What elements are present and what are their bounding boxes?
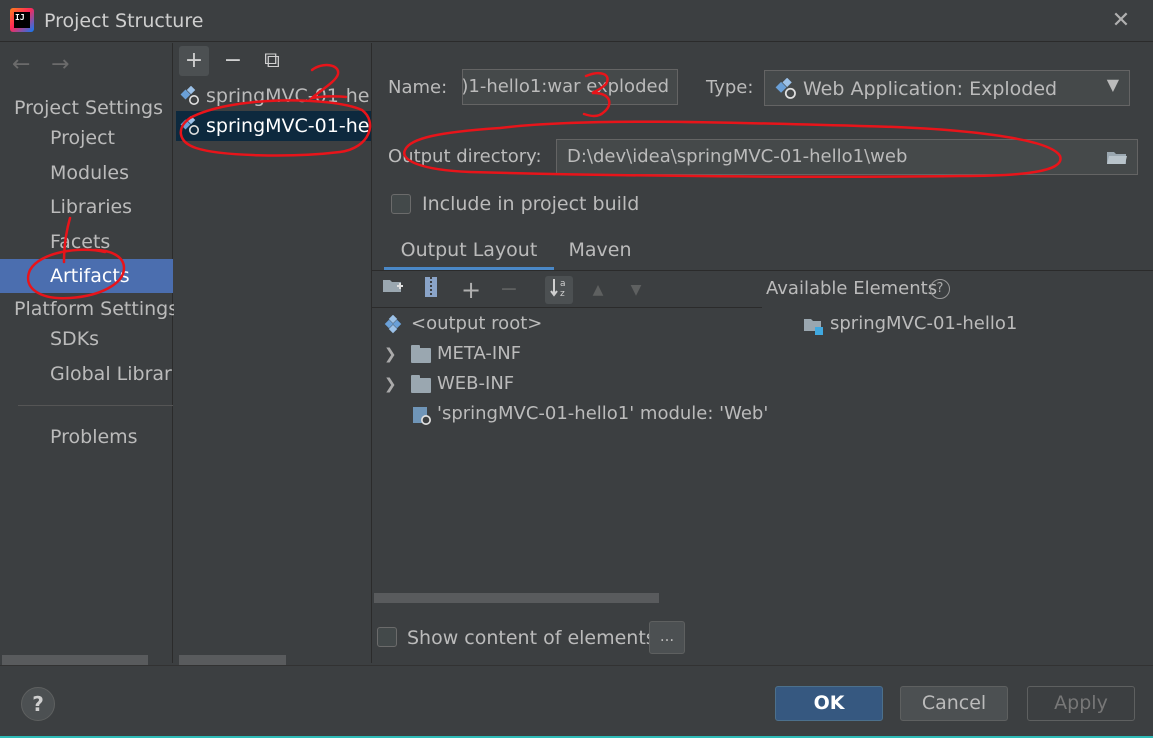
tree-item-label: 'springMVC-01-hello1' module: 'Web' — [437, 403, 769, 424]
ok-button[interactable]: OK — [775, 686, 883, 721]
more-options-button[interactable]: ... — [649, 621, 685, 654]
show-content-checkbox[interactable] — [377, 627, 397, 647]
tabs-divider — [372, 270, 1153, 271]
move-up-button[interactable]: ▲ — [584, 276, 612, 304]
svg-text:z: z — [560, 289, 565, 298]
include-in-build-checkbox[interactable] — [391, 194, 411, 214]
add-element-button[interactable]: + — [457, 276, 485, 304]
web-artifact-icon — [180, 86, 199, 105]
web-artifact-icon — [775, 78, 796, 99]
sort-elements-icon[interactable]: az — [545, 276, 573, 304]
window-title: Project Structure — [44, 10, 204, 32]
output-directory-value: D:\dev\idea\springMVC-01-hello1\web — [567, 146, 908, 167]
help-icon[interactable]: ? — [930, 279, 950, 299]
artifact-name-value: )1-hello1:war exploded — [462, 76, 669, 97]
forward-arrow-icon[interactable]: → — [51, 52, 69, 77]
layout-scrollbar[interactable] — [374, 593, 659, 603]
tab-maven[interactable]: Maven — [560, 238, 640, 270]
sidebar-item-libraries[interactable]: Libraries — [0, 190, 173, 224]
show-content-label[interactable]: Show content of elements — [407, 627, 656, 649]
footer-divider — [0, 665, 1153, 666]
include-in-build-label[interactable]: Include in project build — [422, 193, 639, 215]
project-settings-header: Project Settings — [14, 97, 163, 119]
sidebar-item-global-libraries[interactable]: Global Librarie — [0, 357, 173, 391]
output-directory-label: Output directory: — [388, 146, 542, 167]
artifact-type-value: Web Application: Exploded — [803, 78, 1058, 100]
move-down-button[interactable]: ▼ — [622, 276, 650, 304]
chevron-right-icon[interactable]: ❯ — [384, 345, 397, 363]
artifact-name: springMVC-01-hel — [206, 115, 371, 137]
create-directory-icon[interactable] — [379, 276, 407, 304]
tree-item-label: META-INF — [437, 343, 522, 364]
cancel-button[interactable]: Cancel — [900, 686, 1008, 721]
sidebar-item-modules[interactable]: Modules — [0, 156, 173, 190]
browse-folder-icon[interactable] — [1106, 149, 1128, 165]
sidebar-item-problems[interactable]: Problems — [0, 420, 173, 454]
remove-artifact-button[interactable]: − — [218, 46, 248, 76]
apply-button[interactable]: Apply — [1027, 686, 1135, 721]
intellij-logo-icon: IJ — [10, 8, 34, 32]
sidebar-item-artifacts[interactable]: Artifacts — [0, 259, 173, 293]
folder-icon — [411, 375, 431, 393]
tree-item-label: <output root> — [411, 313, 543, 334]
folder-icon — [411, 345, 431, 363]
artifacts-scrollbar[interactable] — [179, 655, 286, 665]
artifact-type-select[interactable]: Web Application: Exploded ▼ — [764, 70, 1130, 106]
layout-toolbar-divider — [372, 307, 762, 308]
back-arrow-icon[interactable]: ← — [12, 52, 30, 77]
svg-text:a: a — [560, 279, 566, 289]
copy-artifact-button[interactable]: ⧉ — [257, 46, 287, 76]
tree-item-web-facet[interactable]: 'springMVC-01-hello1' module: 'Web' — [411, 403, 771, 427]
sidebar-scrollbar[interactable] — [2, 655, 148, 665]
sidebar-item-sdks[interactable]: SDKs — [0, 322, 173, 356]
chevron-right-icon[interactable]: ❯ — [384, 375, 397, 393]
available-elements-title: Available Elements — [766, 278, 938, 299]
tree-item-label: WEB-INF — [437, 373, 515, 394]
tree-item-web-inf[interactable]: ❯ WEB-INF — [384, 373, 584, 397]
create-archive-icon[interactable] — [417, 276, 445, 304]
artifact-icon — [384, 315, 402, 334]
available-item-module[interactable]: springMVC-01-hello1 — [803, 313, 1043, 337]
artifact-list-item-selected[interactable]: springMVC-01-hel — [176, 111, 371, 141]
sidebar-item-project[interactable]: Project — [0, 121, 173, 155]
tree-item-meta-inf[interactable]: ❯ META-INF — [384, 343, 584, 367]
artifact-name-input[interactable]: )1-hello1:war exploded — [462, 69, 678, 105]
remove-element-button[interactable]: − — [495, 276, 523, 304]
web-module-icon — [413, 407, 431, 425]
tab-output-layout[interactable]: Output Layout — [384, 238, 554, 270]
available-item-label: springMVC-01-hello1 — [830, 313, 1018, 334]
artifact-list-item[interactable]: springMVC-01-hell — [176, 81, 371, 111]
add-artifact-button[interactable]: + — [179, 46, 209, 76]
sidebar-item-facets[interactable]: Facets — [0, 225, 173, 259]
module-icon — [804, 319, 823, 335]
artifact-name: springMVC-01-hell — [206, 85, 371, 107]
type-label: Type: — [706, 77, 754, 98]
output-directory-input[interactable]: D:\dev\idea\springMVC-01-hello1\web — [556, 139, 1138, 175]
help-button[interactable]: ? — [21, 687, 55, 721]
web-artifact-icon — [180, 116, 199, 135]
close-icon[interactable]: ✕ — [1108, 8, 1134, 34]
platform-settings-header: Platform Settings — [14, 298, 179, 320]
sidebar-divider — [18, 405, 173, 406]
name-label: Name: — [388, 77, 448, 98]
chevron-down-icon: ▼ — [1106, 75, 1119, 94]
